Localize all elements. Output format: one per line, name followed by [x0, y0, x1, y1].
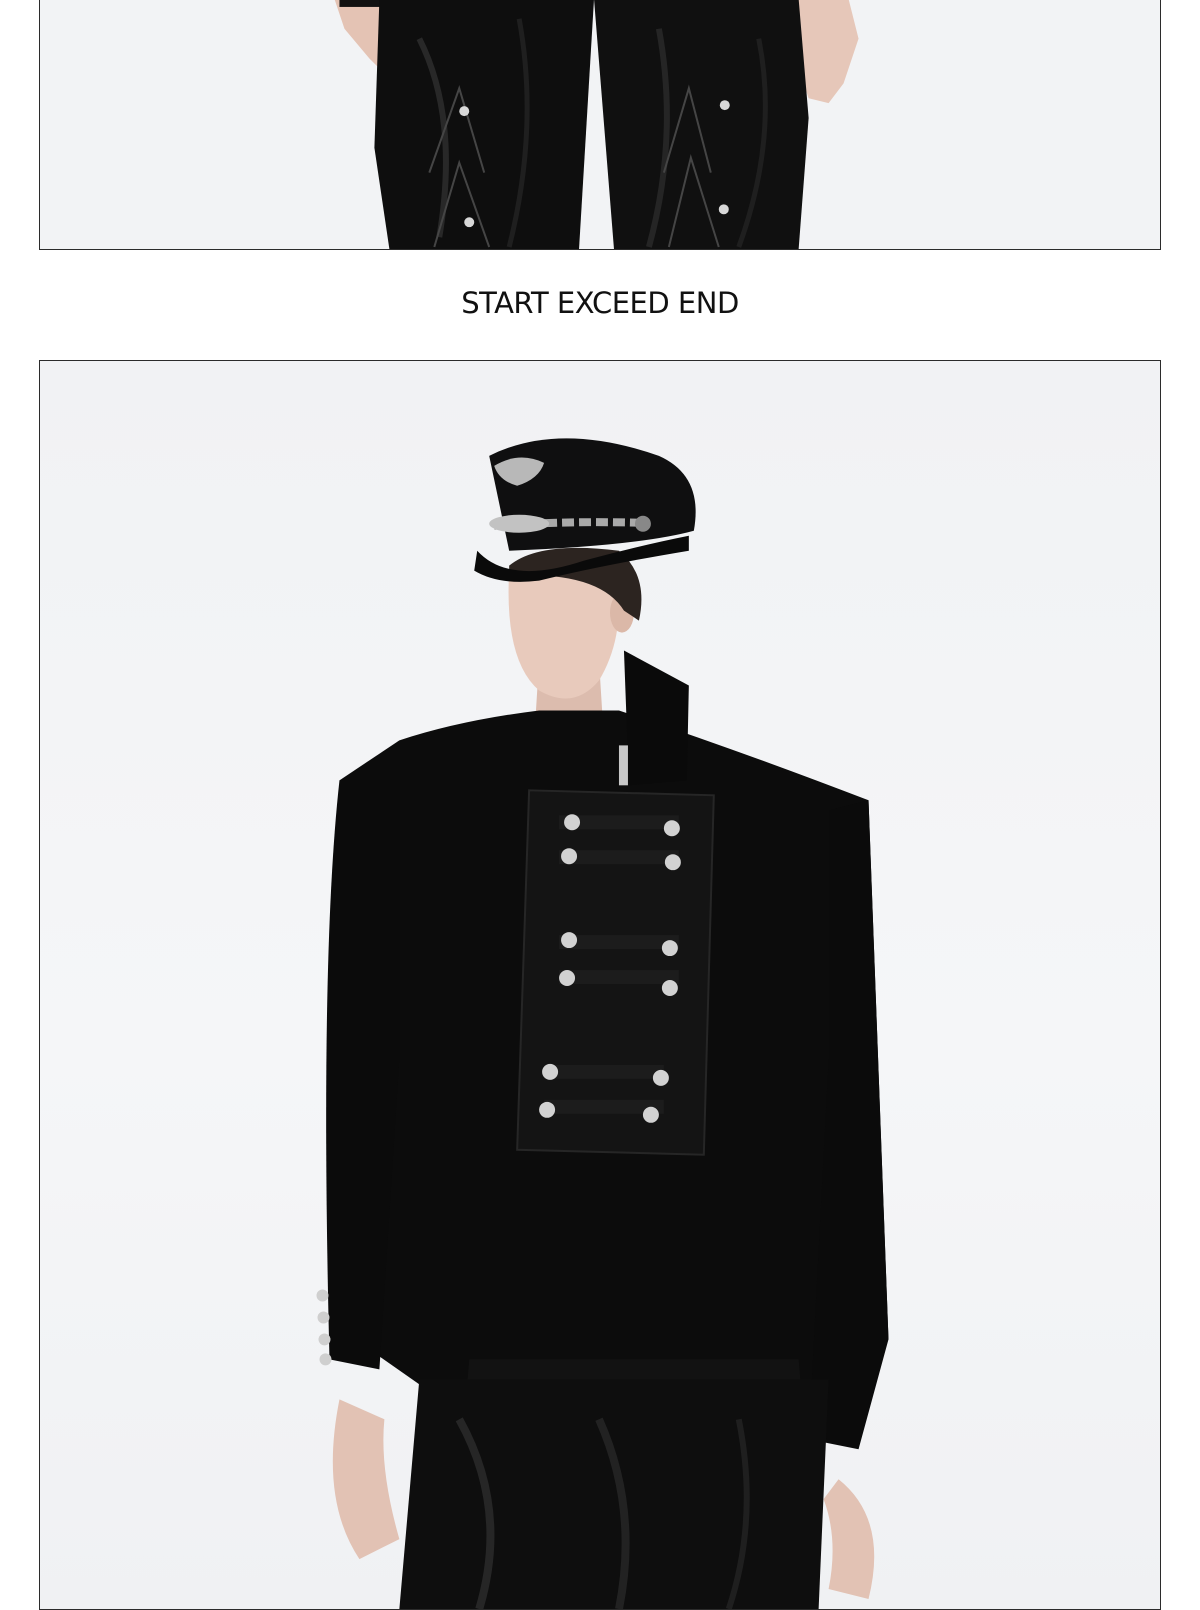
stud [464, 217, 475, 228]
stud [718, 204, 729, 215]
left-trouser-leg [374, 0, 594, 249]
stud [459, 106, 470, 117]
collection-caption: START EXCEED END [461, 286, 739, 320]
military-jacket-image [316, 438, 889, 1609]
top-fashion-photo [39, 0, 1161, 250]
military-cap [489, 438, 696, 551]
right-trouser-leg [594, 0, 809, 249]
stud [719, 100, 730, 111]
zip-pull [618, 745, 628, 786]
leather-trousers-image [334, 0, 859, 249]
bottom-fashion-photo [39, 360, 1161, 1610]
leather-trousers [399, 1379, 829, 1609]
